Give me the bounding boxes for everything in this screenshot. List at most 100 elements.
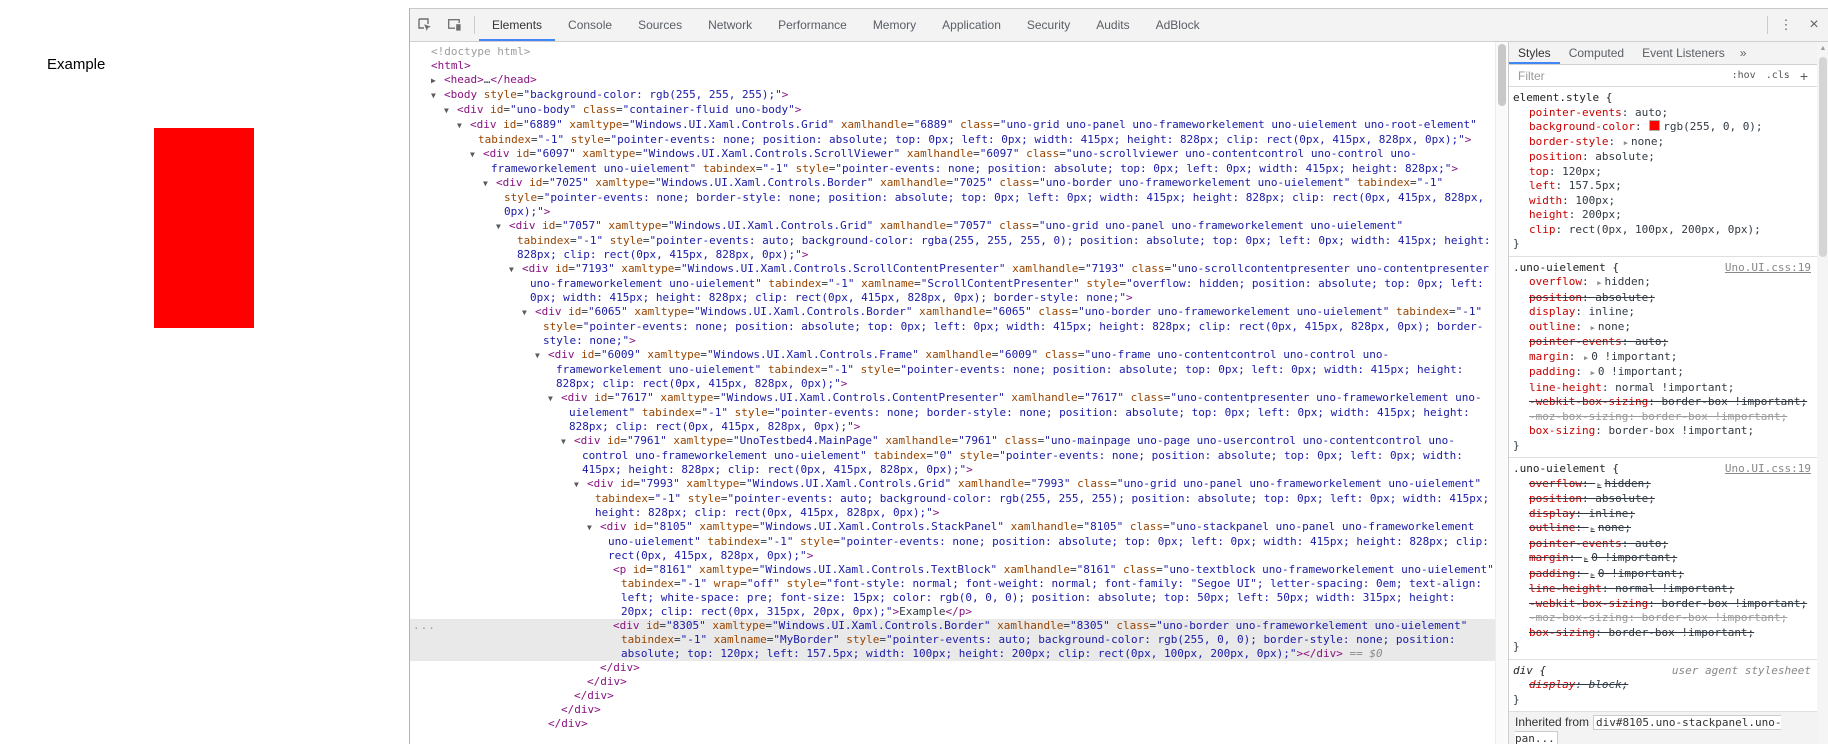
inspect-element-icon[interactable] bbox=[410, 9, 440, 41]
css-property-row[interactable]: margin: ▶ 0 !important; bbox=[1513, 551, 1811, 567]
expand-shorthand-icon[interactable]: ▶ bbox=[1622, 139, 1631, 147]
tree-node[interactable]: ▼ <div id="7193" xamltype="Windows.UI.Xam… bbox=[410, 262, 1495, 305]
new-style-rule-button[interactable]: + bbox=[1795, 68, 1813, 84]
css-property-row[interactable]: margin: ▶ 0 !important; bbox=[1513, 350, 1811, 366]
element-classes-button[interactable]: .cls bbox=[1761, 70, 1795, 81]
tree-node[interactable]: <!doctype html> bbox=[410, 45, 1495, 59]
elements-scrollbar-thumb[interactable] bbox=[1498, 44, 1506, 106]
css-property-row[interactable]: outline: ▶ none; bbox=[1513, 320, 1811, 336]
tab-performance[interactable]: Performance bbox=[765, 9, 860, 41]
css-property-row[interactable]: top: 120px; bbox=[1513, 165, 1811, 180]
tree-node[interactable]: ... <div id="8305" xamltype="Windows.UI.X… bbox=[410, 619, 1495, 661]
expand-shorthand-icon[interactable]: ▶ bbox=[1589, 571, 1598, 579]
tab-elements[interactable]: Elements bbox=[479, 9, 556, 41]
tree-node[interactable]: </div> bbox=[410, 689, 1495, 703]
css-selector-row[interactable]: Uno.UI.css:19 .uno-uielement { bbox=[1513, 462, 1811, 477]
styles-filter-input[interactable] bbox=[1516, 67, 1727, 84]
css-property-row[interactable]: position: absolute; bbox=[1513, 150, 1811, 165]
color-swatch[interactable] bbox=[1649, 120, 1661, 131]
expand-arrow-icon[interactable]: ▼ bbox=[444, 104, 457, 118]
css-property-row[interactable]: overflow: ▶ hidden; bbox=[1513, 275, 1811, 291]
expand-shorthand-icon[interactable]: ▶ bbox=[1582, 555, 1591, 563]
css-property-row[interactable]: pointer-events: auto; bbox=[1513, 335, 1811, 350]
expand-arrow-icon[interactable]: ▼ bbox=[457, 119, 470, 133]
tree-node[interactable]: ▼ <div id="7993" xamltype="Windows.UI.Xam… bbox=[410, 477, 1495, 520]
expand-arrow-icon[interactable]: ▼ bbox=[535, 349, 548, 363]
expand-arrow-icon[interactable]: ▼ bbox=[561, 435, 574, 449]
elements-scrollbar[interactable] bbox=[1495, 42, 1507, 744]
expand-shorthand-icon[interactable]: ▶ bbox=[1589, 525, 1598, 533]
tree-node[interactable]: ▼ <div id="6889" xamltype="Windows.UI.Xam… bbox=[410, 118, 1495, 147]
expand-arrow-icon[interactable]: ▼ bbox=[470, 148, 483, 162]
stylesheet-link[interactable]: Uno.UI.css:19 bbox=[1725, 462, 1811, 477]
tree-node[interactable]: ▼ <div id="7025" xamltype="Windows.UI.Xam… bbox=[410, 176, 1495, 219]
tree-node[interactable]: </div> bbox=[410, 703, 1495, 717]
tree-node[interactable]: ▼ <div id="7057" xamltype="Windows.UI.Xam… bbox=[410, 219, 1495, 262]
tree-node[interactable]: <p id="8161" xamltype="Windows.UI.Xaml.C… bbox=[410, 563, 1495, 619]
expand-arrow-icon[interactable]: ▼ bbox=[548, 392, 561, 406]
css-selector-row[interactable]: user agent stylesheet div { bbox=[1513, 664, 1811, 679]
tree-node[interactable]: </div> bbox=[410, 717, 1495, 731]
tree-node[interactable]: ▼ <div id="6065" xamltype="Windows.UI.Xam… bbox=[410, 305, 1495, 348]
toggle-element-state-button[interactable]: :hov bbox=[1727, 70, 1761, 81]
css-property-row[interactable]: line-height: normal !important; bbox=[1513, 582, 1811, 597]
tree-node[interactable]: <html> bbox=[410, 59, 1495, 73]
tree-node[interactable]: </div> bbox=[410, 661, 1495, 675]
css-property-row[interactable]: -moz-box-sizing: border-box !important; bbox=[1513, 410, 1811, 425]
expand-arrow-icon[interactable]: ▼ bbox=[509, 263, 522, 277]
expand-arrow-icon[interactable]: ▼ bbox=[522, 306, 535, 320]
tab-adblock[interactable]: AdBlock bbox=[1143, 9, 1213, 41]
tree-node[interactable]: ▼ <div id="uno-body" class="container-flu… bbox=[410, 103, 1495, 118]
css-property-row[interactable]: display: inline; bbox=[1513, 305, 1811, 320]
expand-shorthand-icon[interactable]: ▶ bbox=[1589, 369, 1598, 377]
more-tabs-icon[interactable]: » bbox=[1734, 42, 1753, 64]
tab-memory[interactable]: Memory bbox=[860, 9, 929, 41]
css-property-row[interactable]: display: inline; bbox=[1513, 507, 1811, 522]
sidebar-tab-computed[interactable]: Computed bbox=[1560, 42, 1633, 64]
expand-shorthand-icon[interactable]: ▶ bbox=[1582, 354, 1591, 362]
css-property-row[interactable]: padding: ▶ 0 !important; bbox=[1513, 567, 1811, 583]
css-property-row[interactable]: clip: rect(0px, 100px, 200px, 0px); bbox=[1513, 223, 1811, 238]
tree-node[interactable]: ▼ <div id="6009" xamltype="Windows.UI.Xam… bbox=[410, 348, 1495, 391]
device-toolbar-icon[interactable] bbox=[440, 9, 470, 41]
css-property-row[interactable]: width: 100px; bbox=[1513, 194, 1811, 209]
close-icon[interactable]: × bbox=[1800, 9, 1828, 41]
css-property-row[interactable]: box-sizing: border-box !important; bbox=[1513, 626, 1811, 641]
expand-shorthand-icon[interactable]: ▶ bbox=[1589, 324, 1598, 332]
tree-node[interactable]: ▼ <body style="background-color: rgb(255,… bbox=[410, 88, 1495, 103]
tab-console[interactable]: Console bbox=[555, 9, 625, 41]
expand-arrow-icon[interactable]: ▼ bbox=[574, 478, 587, 492]
kebab-menu-icon[interactable]: ⋮ bbox=[1772, 9, 1800, 41]
tree-node[interactable]: ▼ <div id="8105" xamltype="Windows.UI.Xam… bbox=[410, 520, 1495, 563]
expand-arrow-icon[interactable]: ▼ bbox=[431, 89, 444, 103]
css-property-row[interactable]: box-sizing: border-box !important; bbox=[1513, 424, 1811, 439]
css-property-row[interactable]: pointer-events: auto; bbox=[1513, 106, 1811, 121]
css-property-row[interactable]: -webkit-box-sizing: border-box !importan… bbox=[1513, 597, 1811, 612]
css-property-row[interactable]: outline: ▶ none; bbox=[1513, 521, 1811, 537]
tab-security[interactable]: Security bbox=[1014, 9, 1083, 41]
css-property-row[interactable]: -webkit-box-sizing: border-box !importan… bbox=[1513, 395, 1811, 410]
sidebar-scrollbar[interactable]: ▲ bbox=[1817, 42, 1828, 744]
expand-arrow-icon[interactable]: ▶ bbox=[431, 74, 444, 88]
css-property-row[interactable]: -moz-box-sizing: border-box !important; bbox=[1513, 611, 1811, 626]
css-property-row[interactable]: pointer-events: auto; bbox=[1513, 537, 1811, 552]
expand-arrow-icon[interactable]: ▼ bbox=[496, 220, 509, 234]
tab-application[interactable]: Application bbox=[929, 9, 1014, 41]
expand-arrow-icon[interactable]: ▼ bbox=[483, 177, 496, 191]
css-property-row[interactable]: background-color: rgb(255, 0, 0); bbox=[1513, 120, 1811, 135]
tree-node[interactable]: ▼ <div id="7961" xamltype="UnoTestbed4.Ma… bbox=[410, 434, 1495, 477]
tab-sources[interactable]: Sources bbox=[625, 9, 695, 41]
css-property-row[interactable]: overflow: ▶ hidden; bbox=[1513, 477, 1811, 493]
css-selector-row[interactable]: element.style { bbox=[1513, 91, 1811, 106]
expand-arrow-icon[interactable]: ▼ bbox=[587, 521, 600, 535]
css-property-row[interactable]: position: absolute; bbox=[1513, 492, 1811, 507]
tab-audits[interactable]: Audits bbox=[1083, 9, 1142, 41]
tree-node[interactable]: ▶ <head>…</head> bbox=[410, 73, 1495, 88]
css-selector-row[interactable]: Uno.UI.css:19 .uno-uielement { bbox=[1513, 261, 1811, 276]
css-property-row[interactable]: display: block; bbox=[1513, 678, 1811, 693]
tree-node[interactable]: ▼ <div id="6097" xamltype="Windows.UI.Xam… bbox=[410, 147, 1495, 176]
css-property-row[interactable]: line-height: normal !important; bbox=[1513, 381, 1811, 396]
selected-node-menu-icon[interactable]: ... bbox=[413, 619, 436, 633]
tab-network[interactable]: Network bbox=[695, 9, 765, 41]
scroll-up-arrow-icon[interactable]: ▲ bbox=[1817, 42, 1828, 55]
